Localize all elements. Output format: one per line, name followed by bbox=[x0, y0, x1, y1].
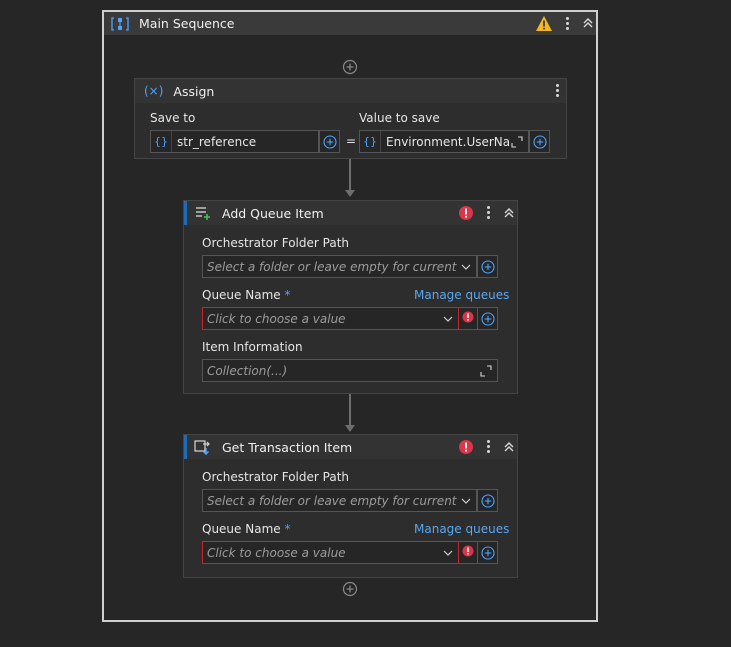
error-icon[interactable] bbox=[458, 439, 474, 458]
queue-name-dropdown[interactable]: Click to choose a value bbox=[202, 307, 459, 330]
add-circle-icon bbox=[480, 259, 495, 274]
chevron-down-icon[interactable] bbox=[460, 495, 472, 507]
connector-line bbox=[349, 394, 351, 426]
warning-icon[interactable] bbox=[536, 16, 552, 34]
folder-path-dropdown[interactable]: Select a folder or leave empty for curre… bbox=[202, 255, 477, 278]
connector-arrow bbox=[345, 425, 355, 432]
assign-activity[interactable]: (×) Assign Save to Value to save {} str_… bbox=[134, 78, 567, 159]
add-circle-icon bbox=[532, 134, 547, 149]
expression-icon: {} bbox=[151, 131, 172, 152]
sequence-more-options-icon[interactable] bbox=[564, 16, 570, 32]
queue-name-error-badge bbox=[459, 307, 477, 330]
value-to-save-label: Value to save bbox=[359, 111, 440, 125]
variable-x-icon: (×) bbox=[144, 84, 164, 98]
add-circle-icon bbox=[480, 493, 495, 508]
queue-name-label-text: Queue Name bbox=[202, 288, 281, 302]
save-to-label: Save to bbox=[150, 111, 196, 125]
connector-line bbox=[349, 159, 351, 191]
get-transaction-item-icon bbox=[194, 439, 212, 456]
queue-name-label-text: Queue Name bbox=[202, 522, 281, 536]
sequence-collapse-icon[interactable] bbox=[581, 16, 595, 30]
sequence-icon bbox=[111, 16, 129, 32]
sequence-header[interactable]: Main Sequence bbox=[104, 12, 596, 35]
folder-path-label: Orchestrator Folder Path bbox=[202, 236, 349, 250]
queue-name-dropdown[interactable]: Click to choose a value bbox=[202, 541, 459, 564]
queue-name-placeholder: Click to choose a value bbox=[207, 311, 346, 326]
queue-name-error-badge bbox=[459, 541, 477, 564]
value-to-save-field[interactable]: {} Environment.UserNam bbox=[359, 130, 529, 153]
save-to-add-button[interactable] bbox=[319, 130, 340, 153]
value-to-save-add-button[interactable] bbox=[529, 130, 550, 153]
item-information-value: Collection(...) bbox=[207, 363, 288, 378]
sequence-title: Main Sequence bbox=[139, 16, 235, 31]
required-mark: * bbox=[284, 288, 291, 302]
error-icon bbox=[462, 311, 474, 323]
add-activity-top-icon[interactable] bbox=[342, 59, 358, 78]
folder-path-placeholder: Select a folder or leave empty for curre… bbox=[207, 493, 460, 508]
add-queue-item-activity[interactable]: Add Queue Item Orchestrator Folder Path … bbox=[183, 200, 518, 394]
save-to-field[interactable]: {} str_reference bbox=[150, 130, 319, 153]
add-queue-item-icon bbox=[194, 205, 212, 221]
chevron-down-icon[interactable] bbox=[442, 547, 454, 559]
manage-queues-link[interactable]: Manage queues bbox=[414, 288, 509, 302]
assign-header[interactable]: (×) Assign bbox=[135, 79, 566, 103]
get-transaction-item-more-options-icon[interactable] bbox=[485, 439, 491, 455]
add-circle-icon bbox=[480, 545, 495, 560]
save-to-value: str_reference bbox=[177, 134, 257, 149]
get-transaction-item-collapse-icon[interactable] bbox=[502, 440, 516, 454]
assign-title: Assign bbox=[173, 83, 215, 99]
queue-name-add-button[interactable] bbox=[477, 541, 498, 564]
folder-path-add-button[interactable] bbox=[477, 255, 498, 278]
manage-queues-link[interactable]: Manage queues bbox=[414, 522, 509, 536]
add-activity-bottom-icon[interactable] bbox=[342, 581, 358, 600]
assign-more-options-icon[interactable] bbox=[554, 83, 560, 99]
equals-sign: = bbox=[346, 134, 357, 148]
folder-path-dropdown[interactable]: Select a folder or leave empty for curre… bbox=[202, 489, 477, 512]
add-circle-icon bbox=[322, 134, 337, 149]
error-icon[interactable] bbox=[458, 205, 474, 224]
expression-icon: {} bbox=[360, 131, 381, 152]
error-icon bbox=[462, 545, 474, 557]
add-queue-item-header[interactable]: Add Queue Item bbox=[184, 201, 517, 225]
connector-arrow bbox=[345, 190, 355, 197]
get-transaction-item-title: Get Transaction Item bbox=[222, 439, 353, 455]
add-queue-item-more-options-icon[interactable] bbox=[485, 205, 491, 221]
get-transaction-item-header[interactable]: Get Transaction Item bbox=[184, 435, 517, 459]
item-information-label: Item Information bbox=[202, 340, 303, 354]
value-to-save-value: Environment.UserNam bbox=[386, 134, 511, 149]
expand-icon[interactable] bbox=[480, 364, 492, 377]
add-queue-item-collapse-icon[interactable] bbox=[502, 206, 516, 220]
get-transaction-item-activity[interactable]: Get Transaction Item Orchestrator Folder… bbox=[183, 434, 518, 578]
expand-icon[interactable] bbox=[511, 135, 523, 148]
queue-name-add-button[interactable] bbox=[477, 307, 498, 330]
queue-name-placeholder: Click to choose a value bbox=[207, 545, 346, 560]
queue-name-label: Queue Name * bbox=[202, 522, 290, 536]
item-information-field[interactable]: Collection(...) bbox=[202, 359, 498, 382]
folder-path-label: Orchestrator Folder Path bbox=[202, 470, 349, 484]
add-circle-icon bbox=[480, 311, 495, 326]
folder-path-placeholder: Select a folder or leave empty for curre… bbox=[207, 259, 460, 274]
required-mark: * bbox=[284, 522, 291, 536]
queue-name-label: Queue Name * bbox=[202, 288, 290, 302]
add-queue-item-title: Add Queue Item bbox=[222, 205, 324, 221]
chevron-down-icon[interactable] bbox=[442, 313, 454, 325]
folder-path-add-button[interactable] bbox=[477, 489, 498, 512]
chevron-down-icon[interactable] bbox=[460, 261, 472, 273]
